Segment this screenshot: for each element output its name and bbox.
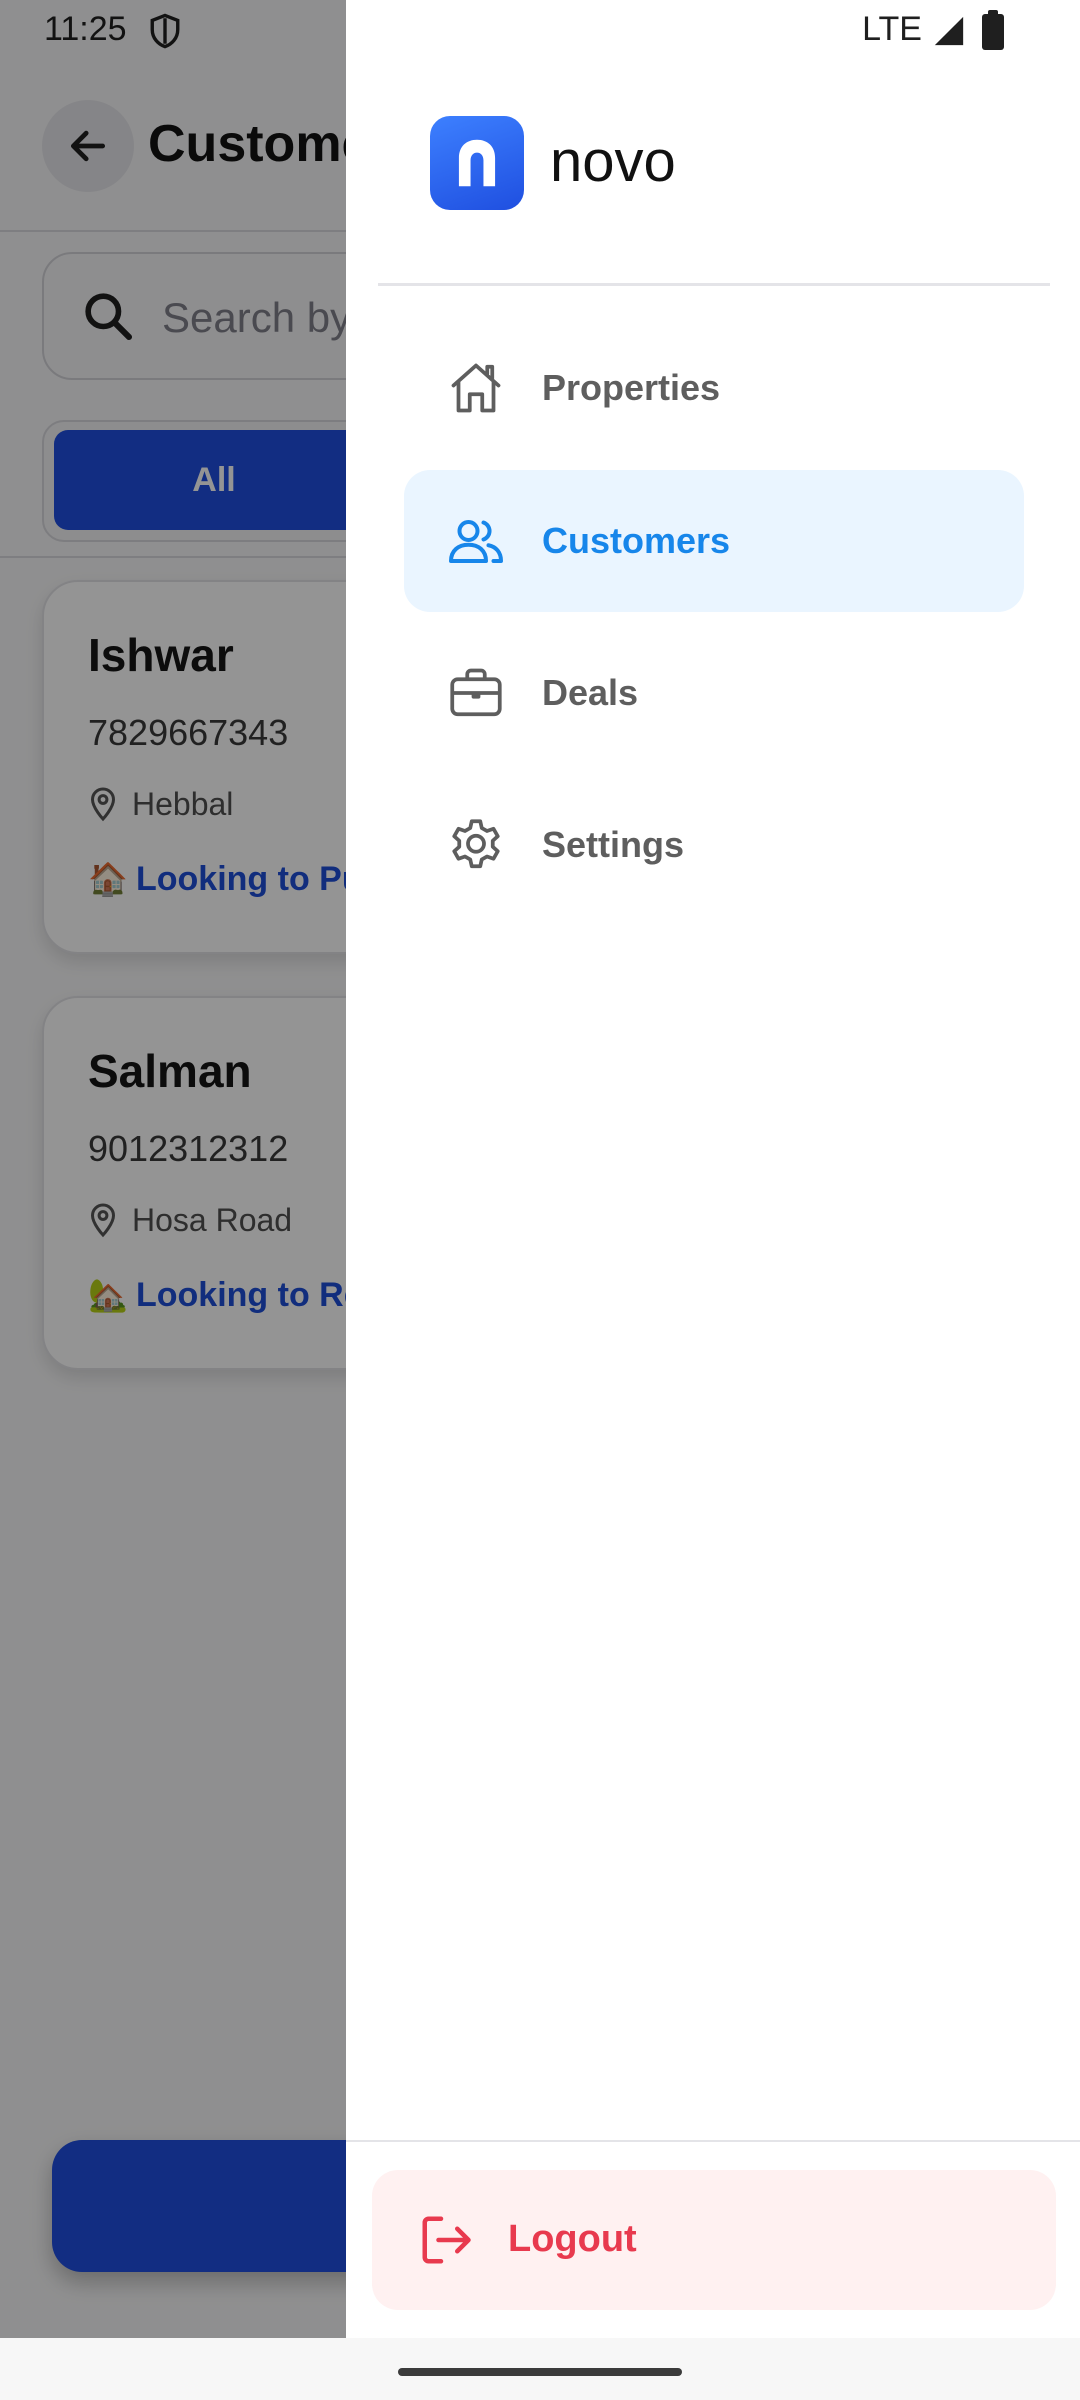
status-icons: LTE	[780, 0, 1080, 62]
divider	[378, 283, 1050, 286]
nav-label: Customers	[542, 520, 731, 561]
nav-label: Settings	[542, 824, 685, 865]
network-type: LTE	[862, 10, 922, 48]
nav-label: Deals	[542, 672, 639, 713]
nav-item-customers[interactable]: Customers	[404, 470, 1024, 612]
novo-logo	[430, 116, 524, 210]
logout-icon	[422, 2216, 471, 2264]
gear-icon	[452, 819, 500, 869]
nav-label: Properties	[542, 367, 721, 408]
divider	[346, 2140, 1080, 2142]
nav-item-settings[interactable]: Settings	[404, 774, 1024, 916]
home-icon	[451, 363, 501, 413]
briefcase-icon	[450, 668, 502, 717]
logout-label: Logout	[508, 2218, 637, 2260]
nav-item-deals[interactable]: Deals	[404, 622, 1024, 764]
battery-icon	[982, 10, 1004, 50]
system-nav-bar	[0, 2338, 1080, 2400]
home-gesture-handle[interactable]	[398, 2368, 682, 2376]
navigation-drawer: LTE novo Properties Customers Deals Sett…	[346, 0, 1080, 2338]
logout-button[interactable]: Logout	[372, 2170, 1056, 2310]
nav-item-properties[interactable]: Properties	[404, 317, 1024, 459]
signal-icon	[934, 16, 964, 46]
users-icon	[449, 520, 503, 563]
logo-icon	[458, 139, 496, 187]
brand-name: novo	[550, 129, 676, 194]
